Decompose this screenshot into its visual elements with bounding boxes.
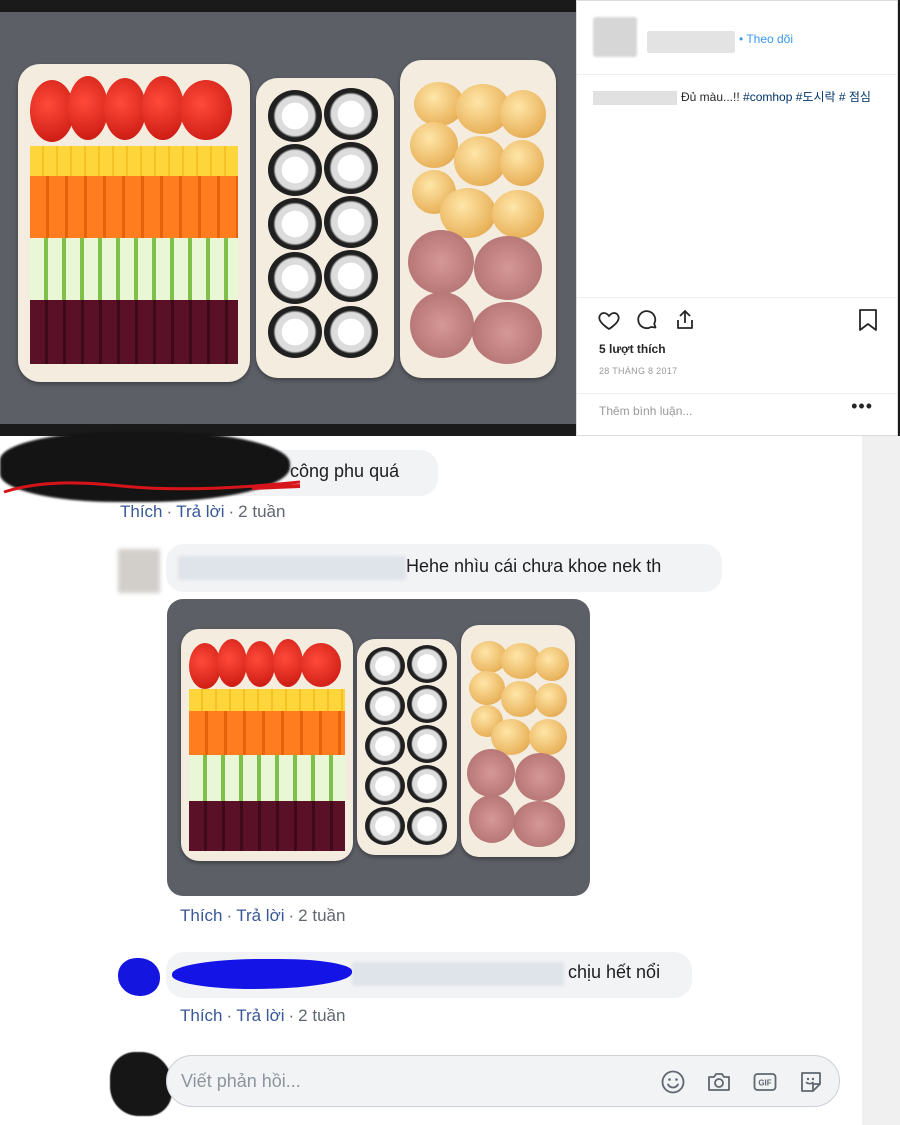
add-comment-bar: Thêm bình luận... ••• [577, 393, 897, 435]
reply-link[interactable]: Trả lời [176, 502, 224, 521]
caption-hashtags[interactable]: #comhop #도시락 # 점심 [743, 90, 871, 104]
comment-actions: Thích · Trả lời · 2 tuần [120, 502, 286, 521]
like-count[interactable]: 5 lượt thích [599, 342, 666, 356]
bento-photo [0, 12, 576, 424]
gif-icon[interactable]: GIF [751, 1068, 779, 1096]
comment-time[interactable]: 2 tuần [238, 502, 285, 521]
avatar-redacted[interactable] [118, 958, 160, 996]
heart-icon[interactable] [597, 308, 621, 332]
comment-text: công phu quá [290, 461, 400, 481]
reply-input[interactable] [181, 1068, 641, 1094]
redaction-scribble-red [3, 480, 301, 494]
follow-link[interactable]: • Theo dõi [739, 32, 793, 46]
comment-time[interactable]: 2 tuần [298, 1006, 345, 1025]
instagram-post: • Theo dõi Đủ màu...!! #comhop #도시락 # 점심… [0, 0, 900, 436]
post-actions: 5 lượt thích 28 THÁNG 8 2017 [577, 297, 897, 392]
like-link[interactable]: Thích [120, 502, 163, 521]
vegetable-box [181, 629, 353, 861]
reply-link[interactable]: Trả lời [236, 906, 284, 925]
like-link[interactable]: Thích [180, 906, 223, 925]
fishcake-box [461, 625, 575, 857]
username-redacted[interactable] [647, 31, 735, 53]
scrollbar-track[interactable] [862, 436, 900, 1125]
commenter-name-redacted[interactable] [178, 556, 406, 580]
sticker-icon[interactable] [797, 1068, 825, 1096]
avatar[interactable] [593, 17, 637, 57]
avatar[interactable] [118, 549, 160, 593]
kimbap-box [256, 78, 394, 378]
comment-icon[interactable] [635, 308, 659, 332]
comment-bubble: Hehe nhìu cái chưa khoe nek th [166, 544, 722, 592]
comment-time[interactable]: 2 tuần [298, 906, 345, 925]
add-comment-input[interactable]: Thêm bình luận... [599, 404, 692, 418]
post-sidebar: • Theo dõi Đủ màu...!! #comhop #도시락 # 점심… [576, 0, 898, 436]
more-options-icon[interactable]: ••• [851, 396, 873, 417]
comment-actions: Thích · Trả lời · 2 tuần [180, 1006, 346, 1025]
comment-text-redacted [352, 962, 564, 986]
comment-attached-photo[interactable] [167, 599, 590, 896]
emoji-icon[interactable] [659, 1068, 687, 1096]
composer-tools: GIF [659, 1068, 825, 1096]
bookmark-icon[interactable] [857, 308, 879, 332]
caption-text: Đủ màu...!! [681, 90, 744, 104]
post-caption: Đủ màu...!! #comhop #도시락 # 점심 [593, 89, 883, 105]
gif-label: GIF [758, 1079, 771, 1088]
avatar-redacted[interactable] [110, 1052, 172, 1116]
reply-composer: GIF [166, 1055, 840, 1107]
post-header: • Theo dõi [577, 1, 897, 75]
post-date: 28 THÁNG 8 2017 [599, 366, 678, 376]
camera-icon[interactable] [705, 1068, 733, 1096]
kimbap-box [357, 639, 457, 855]
share-icon[interactable] [673, 308, 697, 332]
comment-text: Hehe nhìu cái chưa khoe nek th [406, 556, 662, 576]
reply-link[interactable]: Trả lời [236, 1006, 284, 1025]
comment-text: chịu hết nổi [568, 962, 661, 982]
vegetable-box [18, 64, 250, 382]
fishcake-box [400, 60, 556, 378]
like-link[interactable]: Thích [180, 1006, 223, 1025]
comment-actions: Thích · Trả lời · 2 tuần [180, 906, 346, 925]
caption-username-redacted[interactable] [593, 90, 677, 105]
